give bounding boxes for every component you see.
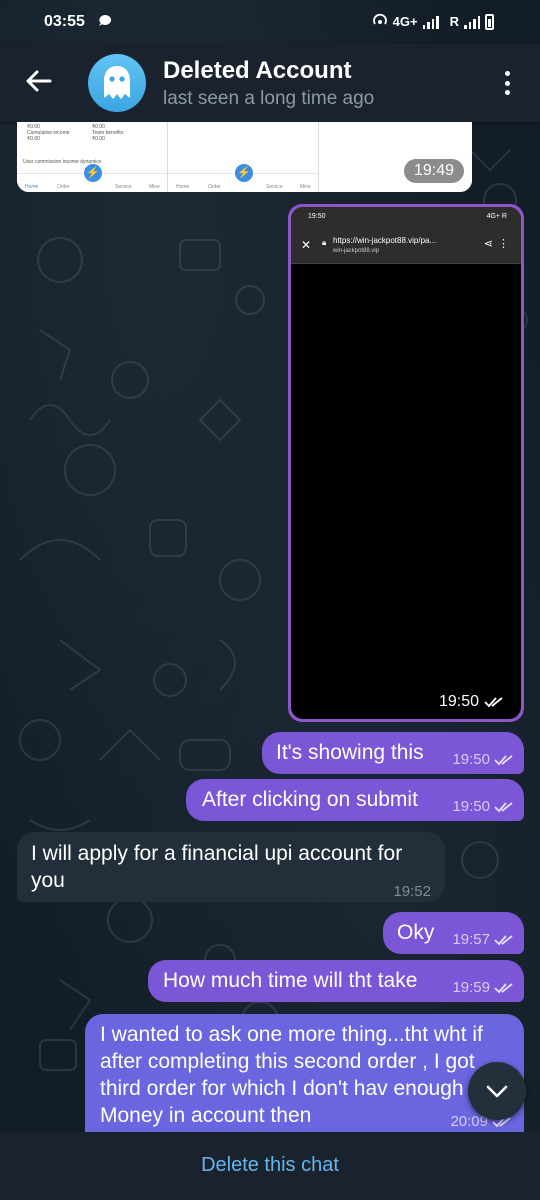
more-options-icon[interactable]: [498, 68, 516, 98]
message-bubble-incoming[interactable]: I will apply for a financial upi account…: [17, 832, 445, 902]
double-check-icon: [494, 934, 513, 945]
message-meta: 19:52: [393, 878, 431, 905]
status-right: 4G+ R: [372, 13, 494, 30]
screenshot-url-bar: ✕ 🔒︎ https://win-jackpot88.vip/pa... win…: [291, 227, 521, 264]
message-text: Oky: [397, 921, 435, 944]
share-icon: ⋖: [483, 238, 493, 250]
double-check-icon: [484, 697, 503, 708]
chevron-down-icon: [486, 1085, 508, 1098]
message-bubble-outgoing[interactable]: I wanted to ask one more thing...tht wht…: [85, 1014, 524, 1132]
screenshot-nav-item: Service: [266, 184, 283, 190]
image-message-1[interactable]: ₹0.00 ₹0.00 Cumulative income Team benef…: [17, 122, 472, 192]
screenshot-pane-2: Home Order Service Mine ⚡: [168, 122, 319, 192]
last-seen-status: last seen a long time ago: [163, 88, 375, 109]
signal-icon: [422, 15, 439, 29]
screenshot-status-time: 19:50: [308, 213, 326, 220]
message-time: 19:50: [438, 693, 479, 710]
screenshot-pane-1: ₹0.00 ₹0.00 Cumulative income Team benef…: [17, 122, 168, 192]
hotspot-icon: [372, 13, 388, 30]
message-text: I wanted to ask one more thing...tht wht…: [100, 1023, 483, 1127]
message-text: After clicking on submit: [202, 788, 418, 811]
message-meta: 19:50: [452, 746, 514, 773]
status-bar: 03:55 4G+ R: [0, 0, 540, 44]
message-time: 19:57: [452, 931, 490, 948]
message-time: 19:49: [403, 159, 464, 183]
footer-bar: Delete this chat: [0, 1132, 540, 1200]
screenshot-value: ₹0.00: [27, 136, 40, 142]
message-notification-icon: [98, 14, 112, 33]
message-meta: 19:57: [452, 926, 514, 953]
screenshot-nav-item: Mine: [300, 184, 311, 190]
network-type: 4G+: [392, 14, 418, 29]
message-time: 19:50: [452, 751, 490, 768]
close-icon: ✕: [301, 238, 312, 252]
signal-icon-2: [464, 15, 480, 29]
bolt-icon: ⚡: [235, 164, 253, 182]
message-bubble-outgoing[interactable]: How much time will tht take 19:59: [148, 960, 524, 1002]
message-meta: 19:50: [452, 793, 514, 820]
ghost-icon: [104, 66, 130, 99]
screenshot-nav-item: Home: [176, 184, 190, 190]
back-arrow-icon[interactable]: [24, 66, 54, 96]
message-text: I will apply for a financial upi account…: [31, 842, 403, 892]
screenshot-nav-item: Order: [57, 184, 70, 190]
roaming-indicator: R: [449, 14, 459, 29]
screenshot-nav-item: Service: [115, 184, 132, 190]
delete-chat-button[interactable]: Delete this chat: [0, 1154, 540, 1177]
message-time-with-checks: 19:50: [428, 690, 514, 714]
more-icon: ⋮: [498, 238, 509, 250]
message-text: How much time will tht take: [163, 969, 418, 992]
chat-header: Deleted Account last seen a long time ag…: [0, 44, 540, 122]
double-check-icon: [494, 801, 513, 812]
message-bubble-outgoing[interactable]: After clicking on submit 19:50: [186, 779, 524, 821]
screenshot-url: https://win-jackpot88.vip/pa...: [333, 236, 437, 245]
phone-screenshot: 19:50 4G+ R ✕ 🔒︎ https://win-jackpot88.v…: [291, 207, 521, 719]
screenshot-status-bar: 19:50 4G+ R: [291, 207, 521, 227]
scroll-down-button[interactable]: [468, 1062, 526, 1120]
battery-icon: [485, 13, 494, 30]
status-time: 03:55: [44, 13, 85, 30]
screenshot-domain: win-jackpot88.vip: [333, 248, 380, 254]
bolt-icon: ⚡: [84, 164, 102, 182]
message-time: 19:59: [452, 979, 490, 996]
image-message-2[interactable]: 19:50 4G+ R ✕ 🔒︎ https://win-jackpot88.v…: [288, 204, 524, 722]
message-bubble-outgoing[interactable]: It's showing this 19:50: [262, 732, 524, 774]
lock-icon: 🔒︎: [322, 238, 327, 247]
double-check-icon: [494, 754, 513, 765]
screenshot-nav-item: Home: [25, 184, 39, 190]
screenshot-nav-item: Mine: [149, 184, 160, 190]
screenshot-value: ₹0.00: [92, 136, 105, 142]
message-meta: 19:59: [452, 974, 514, 1001]
avatar[interactable]: [88, 54, 146, 112]
double-check-icon: [494, 982, 513, 993]
chat-title[interactable]: Deleted Account: [163, 57, 351, 85]
message-time: 19:50: [452, 798, 490, 815]
message-bubble-outgoing[interactable]: Oky 19:57: [383, 912, 524, 954]
message-text: It's showing this: [276, 741, 424, 764]
screenshot-status-right: 4G+ R: [486, 213, 507, 220]
screenshot-nav-item: Order: [208, 184, 221, 190]
message-time: 19:52: [393, 883, 431, 900]
